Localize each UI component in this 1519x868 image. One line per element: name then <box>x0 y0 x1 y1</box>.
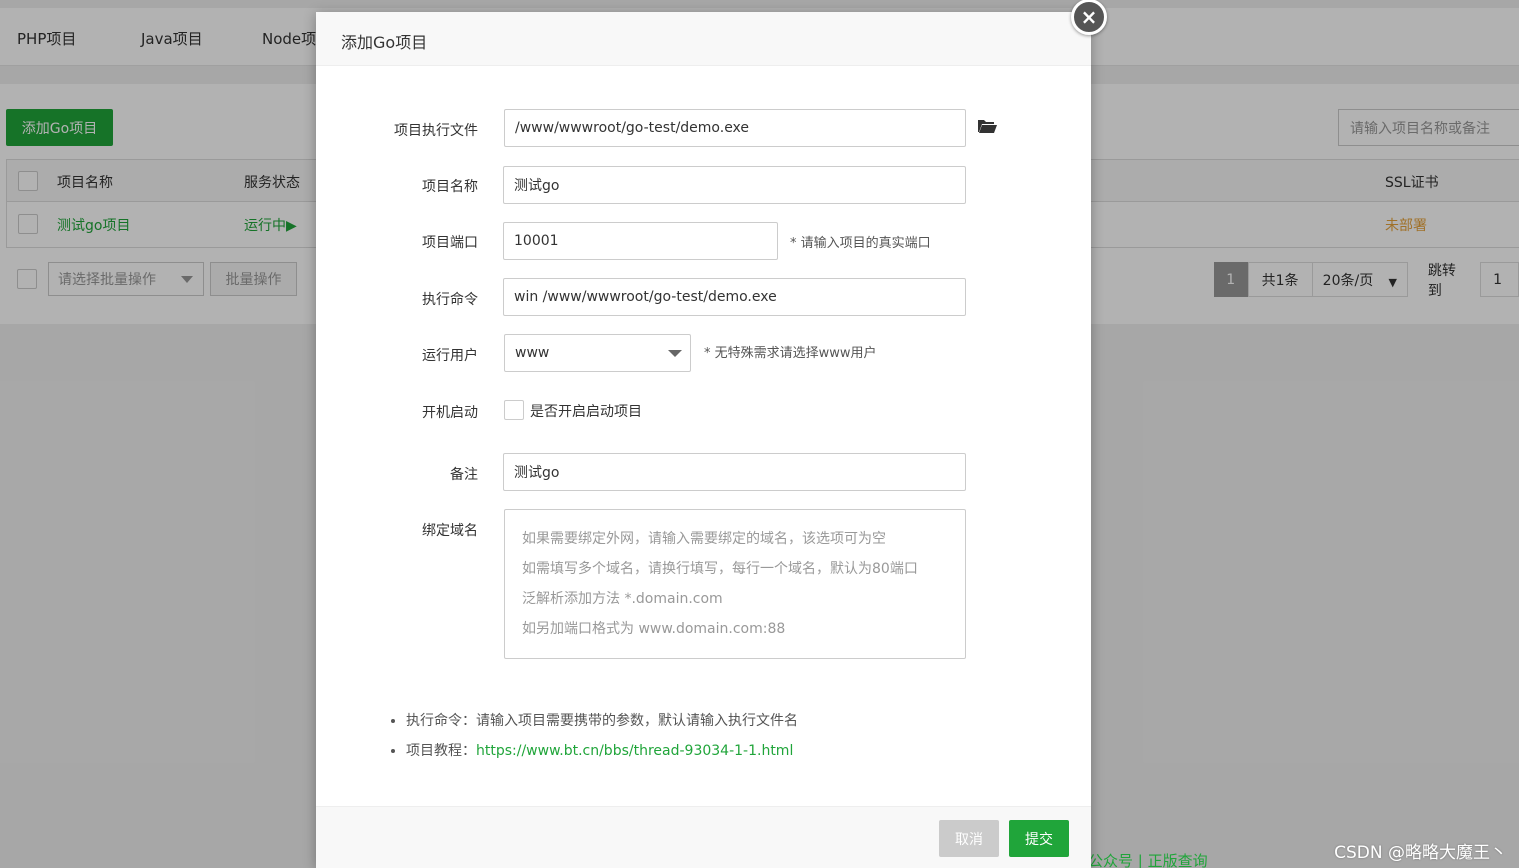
close-icon[interactable]: × <box>1071 0 1107 35</box>
autostart-checkbox-label[interactable]: 是否开启启动项目 <box>530 401 642 421</box>
help-tips: 执行命令：请输入项目需要携带的参数，默认请输入执行文件名 项目教程：https:… <box>386 706 798 766</box>
autostart-checkbox[interactable] <box>504 400 524 420</box>
domain-placeholder-line: 如果需要绑定外网，请输入需要绑定的域名，该选项可为空 <box>522 531 886 547</box>
tutorial-label: 项目教程： <box>406 743 476 759</box>
remark-input[interactable]: 测试go <box>503 453 966 491</box>
user-select-value: www <box>515 345 550 361</box>
command-tip: 执行命令：请输入项目需要携带的参数，默认请输入执行文件名 <box>406 706 798 736</box>
port-label: 项目端口 <box>422 235 478 251</box>
exec-file-label: 项目执行文件 <box>394 123 478 139</box>
dialog-title: 添加Go项目 <box>341 33 428 52</box>
domain-placeholder-line: 泛解析添加方法 *.domain.com <box>522 591 723 607</box>
remark-label: 备注 <box>450 467 478 483</box>
submit-button[interactable]: 提交 <box>1009 820 1069 857</box>
tutorial-link[interactable]: https://www.bt.cn/bbs/thread-93034-1-1.h… <box>476 743 793 759</box>
watermark: CSDN @略略大魔王丶 <box>1334 843 1507 863</box>
domain-placeholder-line: 如需填写多个域名，请换行填写，每行一个域名，默认为80端口 <box>522 561 918 577</box>
domain-textarea[interactable]: 如果需要绑定外网，请输入需要绑定的域名，该选项可为空 如需填写多个域名，请换行填… <box>504 509 966 659</box>
footer-links[interactable]: 公众号 | 正版查询 <box>1088 850 1208 868</box>
cancel-button[interactable]: 取消 <box>939 820 999 857</box>
domain-label: 绑定域名 <box>422 523 478 539</box>
dialog-footer: 取消 提交 <box>316 806 1091 868</box>
dialog-header: 添加Go项目 <box>316 12 1091 66</box>
user-hint: * 无特殊需求请选择www用户 <box>704 346 877 361</box>
user-label: 运行用户 <box>422 348 478 364</box>
folder-icon[interactable] <box>977 117 997 139</box>
tutorial-tip: 项目教程：https://www.bt.cn/bbs/thread-93034-… <box>406 736 798 766</box>
name-input[interactable]: 测试go <box>503 166 966 204</box>
domain-placeholder-line: 如另加端口格式为 www.domain.com:88 <box>522 621 786 637</box>
user-select[interactable]: www <box>504 334 691 372</box>
command-label: 执行命令 <box>422 292 478 308</box>
chevron-down-icon <box>668 350 682 357</box>
name-label: 项目名称 <box>422 179 478 195</box>
port-hint: * 请输入项目的真实端口 <box>790 236 931 251</box>
command-input[interactable]: win /www/wwwroot/go-test/demo.exe <box>503 278 966 316</box>
port-input[interactable]: 10001 <box>503 222 778 260</box>
add-go-project-dialog: 添加Go项目 项目执行文件 /www/wwwroot/go-test/demo.… <box>316 12 1091 868</box>
exec-file-input[interactable]: /www/wwwroot/go-test/demo.exe <box>504 109 966 147</box>
autostart-label: 开机启动 <box>422 405 478 421</box>
